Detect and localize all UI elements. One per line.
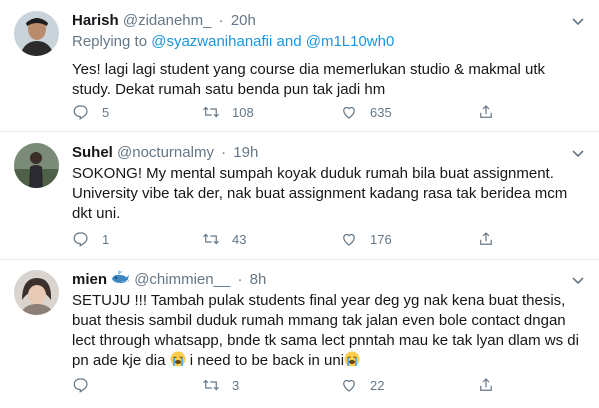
crying-face-emoji-icon [344, 351, 360, 367]
like-count: 635 [370, 104, 392, 120]
reply-count: 1 [102, 231, 110, 247]
separator-dot: · [218, 12, 224, 29]
chevron-down-icon[interactable] [569, 12, 587, 30]
tweet-text: SETUJU !!! Tambah pulak students final y… [72, 291, 585, 371]
retweet-count: 43 [232, 231, 247, 247]
like-button[interactable]: 22 [340, 375, 384, 395]
like-button[interactable]: 635 [340, 102, 392, 122]
reply-icon [73, 105, 88, 120]
share-button[interactable] [477, 375, 507, 395]
retweet-button[interactable]: 108 [202, 102, 254, 122]
mention-link[interactable]: @m1L10wh0 [306, 33, 395, 50]
tweet-actions: 5 108 635 [72, 102, 552, 122]
share-button[interactable] [477, 102, 507, 122]
like-count: 176 [370, 231, 392, 247]
share-icon [480, 232, 492, 245]
mention-link[interactable]: @syazwanihanafii [151, 33, 272, 50]
timestamp[interactable]: 20h [231, 12, 256, 29]
retweet-icon [203, 106, 219, 118]
retweet-count: 108 [232, 104, 254, 120]
heart-icon [343, 106, 355, 119]
chevron-down-icon[interactable] [569, 271, 587, 289]
reply-button[interactable] [72, 375, 102, 395]
tweet-text: SOKONG! My mental sumpah koyak duduk rum… [72, 165, 568, 222]
retweet-icon [203, 379, 219, 391]
timestamp[interactable]: 8h [250, 271, 267, 288]
separator-dot: · [237, 271, 243, 288]
tweet-header: Suhel @nocturnalmy · 19h [72, 143, 585, 163]
avatar[interactable] [14, 270, 59, 315]
retweet-icon [203, 233, 219, 245]
heart-icon [343, 379, 355, 392]
heart-icon [343, 233, 355, 246]
tweet[interactable]: mien @chimmien__ · 8h SETUJU !!! Tambah … [0, 260, 599, 408]
tweet-header: mien @chimmien__ · 8h [72, 270, 585, 290]
tweet-actions: 1 43 176 [72, 229, 552, 249]
reply-count: 5 [102, 104, 110, 120]
tweet-actions: 3 22 [72, 375, 552, 395]
display-name[interactable]: mien [72, 271, 107, 288]
share-icon [480, 105, 492, 118]
timestamp[interactable]: 19h [233, 144, 258, 161]
tweet-text-part: i need to be back in uni [189, 352, 345, 369]
reply-button[interactable]: 1 [72, 229, 109, 249]
tweet[interactable]: Suhel @nocturnalmy · 19h SOKONG! My ment… [0, 132, 599, 260]
mention-and[interactable]: and [277, 33, 302, 50]
username[interactable]: @chimmien__ [134, 271, 230, 288]
replying-to: Replying to @syazwanihanafii and @m1L10w… [72, 32, 585, 52]
retweet-count: 3 [232, 377, 240, 393]
display-name[interactable]: Harish [72, 12, 119, 29]
share-icon [480, 378, 492, 391]
whale-emoji-icon [112, 270, 130, 283]
separator-dot: · [221, 144, 227, 161]
tweet[interactable]: Harish @zidanehm_ · 20h Replying to @sya… [0, 0, 599, 132]
avatar[interactable] [14, 143, 59, 188]
retweet-button[interactable]: 3 [202, 375, 239, 395]
tweet-timeline: Harish @zidanehm_ · 20h Replying to @sya… [0, 0, 599, 408]
avatar[interactable] [14, 11, 59, 56]
username[interactable]: @nocturnalmy [117, 144, 214, 161]
tweet-header: Harish @zidanehm_ · 20h [72, 11, 585, 31]
username[interactable]: @zidanehm_ [123, 12, 212, 29]
retweet-button[interactable]: 43 [202, 229, 246, 249]
crying-face-emoji-icon [170, 351, 186, 367]
tweet-text: Yes! lagi lagi student yang course dia m… [72, 61, 546, 98]
share-button[interactable] [477, 229, 507, 249]
replying-to-label: Replying to [72, 33, 148, 50]
display-name[interactable]: Suhel [72, 144, 113, 161]
chevron-down-icon[interactable] [569, 144, 587, 162]
like-button[interactable]: 176 [340, 229, 392, 249]
reply-icon [73, 232, 88, 247]
like-count: 22 [370, 377, 385, 393]
reply-icon [73, 378, 88, 393]
reply-button[interactable]: 5 [72, 102, 109, 122]
